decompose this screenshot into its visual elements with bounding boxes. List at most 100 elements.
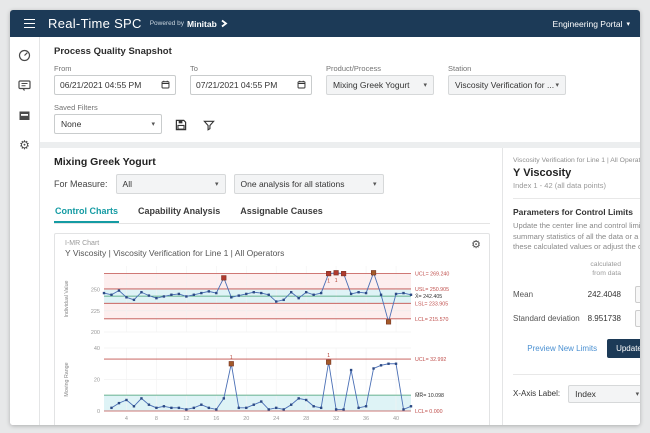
chart-type-label: I-MR Chart <box>65 240 100 247</box>
product-process-label: Product/Process <box>326 64 382 73</box>
svg-text:LCL= 215.570: LCL= 215.570 <box>415 317 448 323</box>
station-field: Station Viscosity Verification for ... ▾ <box>448 64 566 95</box>
saved-filters-field: Saved Filters None ▾ <box>54 103 162 134</box>
svg-text:16: 16 <box>213 416 219 422</box>
svg-text:1: 1 <box>335 278 338 284</box>
saved-filters-label: Saved Filters <box>54 103 98 112</box>
to-date-value: 07/21/2021 04:55 PM <box>196 80 278 90</box>
svg-text:40: 40 <box>94 346 100 352</box>
calendar-icon[interactable] <box>161 80 170 91</box>
product-process-field: Product/Process Mixing Greek Yogurt ▾ <box>326 64 434 95</box>
filter-funnel-icon[interactable] <box>200 116 218 134</box>
station-label: Station <box>448 64 472 73</box>
analysis-title: Mixing Greek Yogurt <box>54 156 156 168</box>
measure-select[interactable]: All ▾ <box>115 174 226 194</box>
calendar-icon[interactable] <box>297 80 306 91</box>
svg-text:LSL= 233.905: LSL= 233.905 <box>415 301 448 307</box>
svg-text:M̅R̅= 10.098: M̅R̅= 10.098 <box>415 392 444 399</box>
saved-filters-select[interactable]: None ▾ <box>54 114 162 134</box>
from-field: From 06/21/2021 04:55 PM <box>54 64 176 95</box>
xaxis-value: Index <box>575 388 596 399</box>
chevron-down-icon: ▾ <box>373 181 377 188</box>
tab-control-charts[interactable]: Control Charts <box>54 202 119 223</box>
svg-text:32: 32 <box>333 416 339 422</box>
data-archive-icon[interactable] <box>18 109 32 123</box>
process-quality-snapshot-card: Process Quality Snapshot From 06/21/2021… <box>40 37 640 142</box>
save-filter-icon[interactable] <box>172 116 190 134</box>
portal-menu[interactable]: Engineering Portal ▾ <box>553 19 630 29</box>
for-measure-label: For Measure: <box>54 179 108 189</box>
feedback-monitor-icon[interactable] <box>18 79 32 93</box>
svg-text:Moving Range: Moving Range <box>64 362 70 396</box>
from-date-input[interactable]: 06/21/2021 04:55 PM <box>54 75 176 95</box>
svg-text:1: 1 <box>327 353 330 359</box>
minitab-logo-icon <box>220 15 228 33</box>
panel-subtitle: Index 1 - 42 (all data points) <box>513 181 606 190</box>
svg-text:USL= 250.905: USL= 250.905 <box>415 287 449 293</box>
calculated-from-data-header: calculated from data <box>590 260 621 277</box>
stdev-label: Standard deviation <box>513 313 580 323</box>
xaxis-select[interactable]: Index ▾ <box>568 384 640 403</box>
product-process-select[interactable]: Mixing Greek Yogurt ▾ <box>326 75 434 95</box>
product-process-value: Mixing Greek Yogurt <box>333 80 410 90</box>
from-label: From <box>54 64 72 73</box>
svg-text:20: 20 <box>94 378 100 384</box>
details-panel: Viscosity Verification for Line 1 | All … <box>502 148 640 425</box>
snapshot-heading: Process Quality Snapshot <box>54 46 172 57</box>
i-chart: 200 225 250 UCL= 269.240 USL= 250.905X̄= 242… <box>64 266 449 336</box>
tab-assignable-causes[interactable]: Assignable Causes <box>239 202 324 223</box>
settings-gear-icon[interactable]: ⚙ <box>18 139 32 153</box>
stdev-input[interactable] <box>635 309 640 327</box>
powered-by-label: Powered by <box>149 20 185 27</box>
svg-text:200: 200 <box>91 330 100 336</box>
to-label: To <box>190 64 198 73</box>
chevron-down-icon: ▾ <box>635 390 640 398</box>
chart-title: Y Viscosity | Viscosity Verification for… <box>65 248 285 258</box>
mean-label: Mean <box>513 289 534 299</box>
svg-text:4: 4 <box>125 416 128 422</box>
xaxis-label-row: X-Axis Label: Index ▾ <box>513 384 640 403</box>
stdev-row: Standard deviation 8.951738 <box>513 309 640 327</box>
measure-value: All <box>122 179 132 189</box>
mr-chart: 0 20 40 4 8 12 16 20 24 28 32 36 40 UCL= 32.992 M̅R̅= … <box>64 346 446 422</box>
analysis-tabs: Control Charts Capability Analysis Assig… <box>54 202 490 224</box>
panel-context: Viscosity Verification for Line 1 | All … <box>513 157 640 164</box>
chevron-down-icon: ▾ <box>423 82 427 89</box>
divider <box>513 373 640 375</box>
svg-text:36: 36 <box>363 416 369 422</box>
params-description: Update the center line and control limit… <box>513 221 640 252</box>
analysis-section: Mixing Greek Yogurt For Measure: All ▾ O… <box>40 148 502 425</box>
analysis-mode-value: One analysis for all stations <box>240 179 345 189</box>
station-select[interactable]: Viscosity Verification for ... ▾ <box>448 75 566 95</box>
svg-text:12: 12 <box>183 416 189 422</box>
portal-label: Engineering Portal <box>552 18 623 29</box>
update-control-limits-button[interactable]: Update Control Limits <box>607 338 640 358</box>
mean-calculated-value: 242.4048 <box>587 289 621 299</box>
svg-text:8: 8 <box>155 416 158 422</box>
svg-text:Individual Value: Individual Value <box>64 280 70 317</box>
menu-icon[interactable] <box>20 16 38 32</box>
svg-text:LCL= 0.000: LCL= 0.000 <box>415 409 443 415</box>
svg-text:225: 225 <box>91 309 100 315</box>
preview-new-limits-link[interactable]: Preview New Limits <box>527 344 597 353</box>
chevron-down-icon: ▾ <box>151 121 155 128</box>
svg-text:UCL= 269.240: UCL= 269.240 <box>415 271 449 277</box>
svg-text:28: 28 <box>303 416 309 422</box>
tab-capability-analysis[interactable]: Capability Analysis <box>137 202 221 223</box>
svg-text:250: 250 <box>91 288 100 294</box>
chart-settings-gear-icon[interactable]: ⚙ <box>471 239 481 250</box>
stdev-calculated-value: 8.951738 <box>587 313 621 323</box>
dashboard-gauge-icon[interactable] <box>18 49 32 63</box>
mean-input[interactable] <box>635 285 640 303</box>
panel-title: Y Viscosity <box>513 167 572 179</box>
xaxis-label: X-Axis Label: <box>513 389 561 399</box>
svg-text:1: 1 <box>230 355 233 361</box>
icon-sidebar: ⚙ <box>10 37 40 425</box>
analysis-mode-select[interactable]: One analysis for all stations ▾ <box>233 174 384 194</box>
imr-chart-card: I-MR Chart Y Viscosity | Viscosity Verif… <box>54 233 490 425</box>
app-title: Real-Time SPC <box>48 16 142 31</box>
to-field: To 07/21/2021 04:55 PM <box>190 64 312 95</box>
to-date-input[interactable]: 07/21/2021 04:55 PM <box>190 75 312 95</box>
chevron-down-icon: ▾ <box>626 20 630 28</box>
svg-text:1: 1 <box>327 279 330 285</box>
